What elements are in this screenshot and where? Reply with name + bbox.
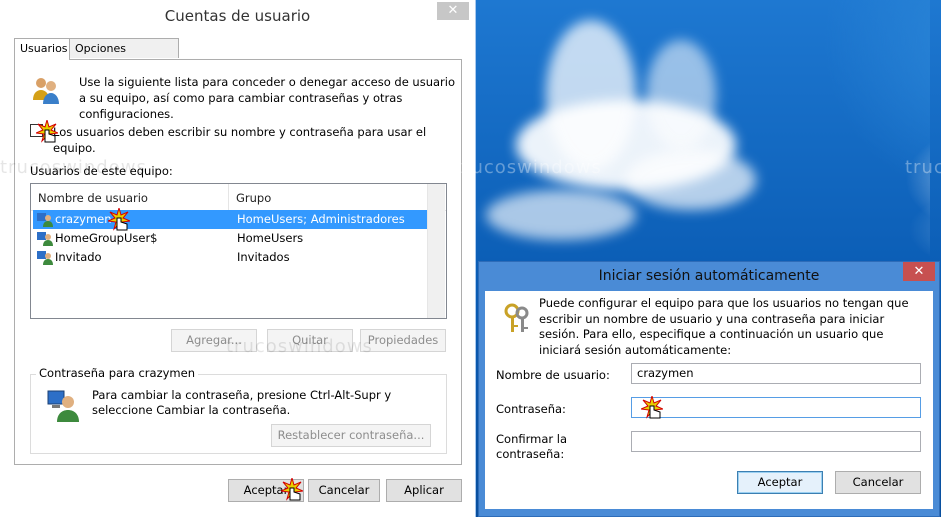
list-item-invitado[interactable]: Invitado Invitados bbox=[33, 248, 429, 267]
column-header-username[interactable]: Nombre de usuario bbox=[38, 191, 148, 205]
dialog-client-area: Puede configurar el equipo para que los … bbox=[485, 291, 933, 509]
flower-petal bbox=[486, 190, 636, 240]
user-icon bbox=[37, 251, 53, 265]
properties-button[interactable]: Propiedades bbox=[360, 329, 446, 352]
confirm-password-label: Confirmar la contraseña: bbox=[496, 432, 567, 462]
click-cursor-icon bbox=[281, 478, 303, 501]
password-label: Contraseña: bbox=[496, 402, 566, 416]
list-item-crazymen[interactable]: crazymen HomeUsers; Administradores bbox=[33, 210, 429, 229]
autologon-description: Puede configurar el equipo para que los … bbox=[539, 296, 909, 357]
column-header-group[interactable]: Grupo bbox=[236, 191, 271, 205]
remove-user-button[interactable]: Quitar bbox=[267, 329, 353, 352]
dialog-ok-button[interactable]: Aceptar bbox=[737, 471, 823, 494]
password-instructions: Para cambiar la contraseña, presione Ctr… bbox=[92, 388, 392, 417]
user-group: Invitados bbox=[237, 250, 290, 264]
flower-petal bbox=[626, 150, 756, 210]
window-title: Cuentas de usuario bbox=[164, 7, 311, 25]
list-item-homegroupuser[interactable]: HomeGroupUser$ HomeUsers bbox=[33, 229, 429, 248]
user-name: HomeGroupUser$ bbox=[55, 231, 158, 245]
dialog-title: Iniciar sesión automáticamente bbox=[598, 268, 820, 284]
list-header: Nombre de usuario Grupo bbox=[31, 184, 446, 211]
user-group: HomeUsers bbox=[237, 231, 304, 245]
username-label: Nombre de usuario: bbox=[496, 368, 610, 382]
flower-petal bbox=[646, 40, 716, 150]
apply-button[interactable]: Aplicar bbox=[386, 479, 462, 502]
title-bar: Cuentas de usuario ✕ bbox=[0, 0, 475, 33]
confirm-label-line2: contraseña: bbox=[496, 447, 565, 461]
keys-icon bbox=[504, 303, 529, 332]
password-group-label: Contraseña para crazymen bbox=[36, 366, 198, 380]
autologon-dialog: Iniciar sesión automáticamente ✕ Puede c… bbox=[478, 261, 940, 517]
dialog-cancel-button[interactable]: Cancelar bbox=[835, 471, 921, 494]
column-divider[interactable] bbox=[228, 184, 229, 210]
user-icon bbox=[37, 213, 53, 227]
reset-password-button[interactable]: Restablecer contraseña... bbox=[271, 424, 431, 447]
vertical-scrollbar[interactable] bbox=[427, 184, 445, 318]
confirm-label-line1: Confirmar la bbox=[496, 432, 567, 446]
users-list[interactable]: Nombre de usuario Grupo crazymen HomeUse… bbox=[30, 183, 447, 319]
user-group: HomeUsers; Administradores bbox=[237, 212, 405, 226]
intro-text: Use la siguiente lista para conceder o d… bbox=[79, 75, 456, 121]
close-button[interactable]: ✕ bbox=[437, 2, 469, 20]
user-computer-icon bbox=[47, 390, 79, 422]
user-icon bbox=[37, 232, 53, 246]
require-password-label: Los usuarios deben escribir su nombre y … bbox=[53, 125, 427, 155]
click-cursor-icon bbox=[36, 120, 58, 143]
dialog-close-button[interactable]: ✕ bbox=[903, 262, 935, 281]
username-field[interactable]: crazymen bbox=[631, 363, 921, 384]
users-icon bbox=[33, 78, 59, 104]
confirm-password-field[interactable] bbox=[631, 431, 921, 452]
tab-opciones-avanzadas[interactable]: Opciones avanzadas bbox=[69, 38, 179, 74]
user-name: crazymen bbox=[55, 212, 112, 226]
password-field[interactable] bbox=[631, 397, 921, 418]
cancel-button[interactable]: Cancelar bbox=[308, 479, 380, 502]
users-list-label: Usuarios de este equipo: bbox=[30, 164, 173, 178]
click-cursor-icon bbox=[641, 396, 663, 419]
click-cursor-icon bbox=[108, 208, 130, 231]
user-name: Invitado bbox=[55, 250, 102, 264]
add-user-button[interactable]: Agregar... bbox=[171, 329, 257, 352]
user-accounts-window: Cuentas de usuario ✕ Usuarios Opciones a… bbox=[0, 0, 476, 517]
flower-petal bbox=[546, 20, 636, 170]
tab-usuarios[interactable]: Usuarios bbox=[14, 38, 70, 60]
